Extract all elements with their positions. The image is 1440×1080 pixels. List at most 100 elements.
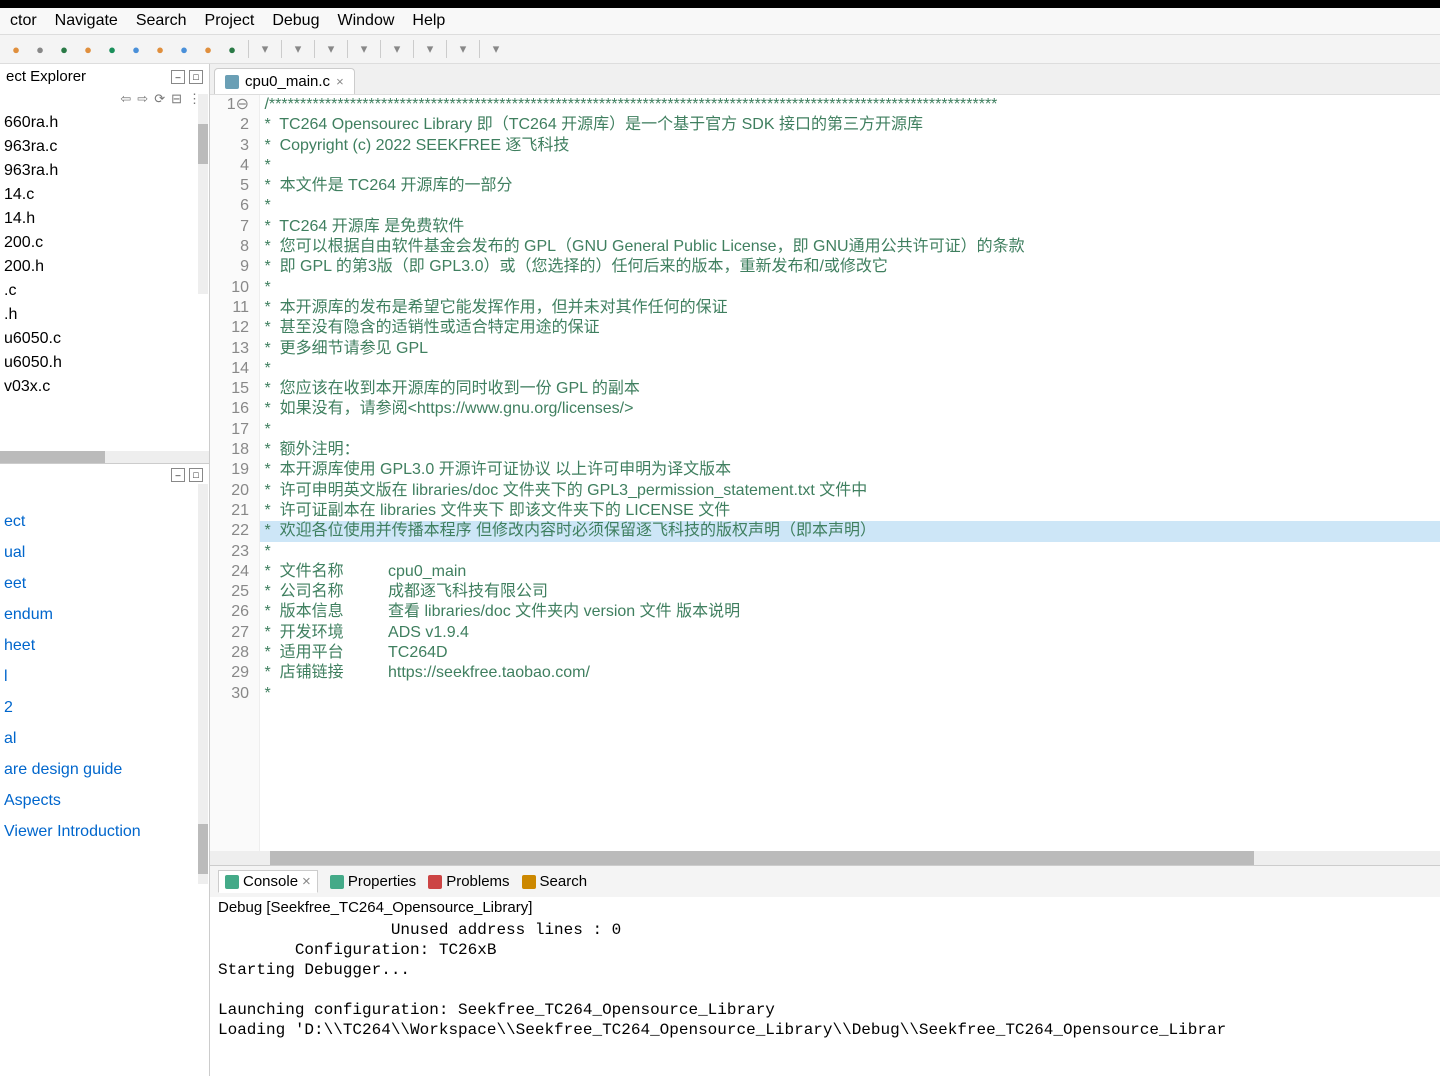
home-icon[interactable]: ● [6, 39, 26, 59]
file-item[interactable]: .c [4, 279, 205, 303]
minimize-icon[interactable]: – [171, 70, 185, 84]
close-icon[interactable]: × [302, 873, 311, 890]
collapse-icon[interactable]: ⊟ [171, 91, 182, 107]
bottom-tabs: Console× Properties Problems Search [210, 866, 1440, 897]
menu-item[interactable]: Help [412, 12, 445, 30]
code-content[interactable]: /***************************************… [260, 95, 1440, 851]
forward-arrow-icon[interactable]: ⇨ [137, 91, 148, 107]
circle-icon[interactable]: ● [150, 39, 170, 59]
main-toolbar: ●●●●●●●●●●▾▾▾▾▾▾▾▾ [0, 35, 1440, 64]
help-link[interactable]: are design guide [4, 754, 205, 785]
window-titlebar-strip [0, 0, 1440, 8]
file-item[interactable]: u6050.c [4, 327, 205, 351]
dropdown-arrow-icon[interactable]: ▾ [321, 39, 341, 59]
refresh-icon[interactable]: ● [102, 39, 122, 59]
search-icon [522, 875, 536, 889]
tab-label: Problems [446, 873, 509, 890]
separator [248, 40, 249, 58]
bottom-tab-console[interactable]: Console× [218, 870, 318, 893]
square-icon[interactable]: ● [174, 39, 194, 59]
menu-item[interactable]: Project [205, 12, 255, 30]
help-link[interactable]: ual [4, 537, 205, 568]
tab-label: Properties [348, 873, 416, 890]
horizontal-scrollbar[interactable] [0, 451, 209, 463]
help-link[interactable]: Viewer Introduction [4, 816, 205, 847]
back-arrow-icon[interactable]: ⇦ [120, 91, 131, 107]
line-number-gutter: 1⊖23456789101112131415161718192021222324… [210, 95, 260, 851]
menu-item[interactable]: Window [337, 12, 394, 30]
horizontal-scrollbar[interactable] [210, 851, 1440, 865]
file-item[interactable]: v03x.c [4, 375, 205, 399]
separator [446, 40, 447, 58]
maximize-icon[interactable]: □ [189, 70, 203, 84]
link-icon[interactable]: ⟳ [154, 91, 165, 107]
bug-icon[interactable]: ● [198, 39, 218, 59]
separator [479, 40, 480, 58]
menu-item[interactable]: Debug [272, 12, 319, 30]
explorer-title: ect Explorer [6, 68, 86, 85]
bottom-tab-search[interactable]: Search [522, 873, 588, 890]
dropdown-arrow-icon[interactable]: ▾ [453, 39, 473, 59]
close-icon[interactable]: × [336, 74, 344, 89]
dropdown-arrow-icon[interactable]: ▾ [387, 39, 407, 59]
file-item[interactable]: 200.h [4, 255, 205, 279]
bottom-tab-properties[interactable]: Properties [330, 873, 416, 890]
editor-tab-bar: cpu0_main.c × [210, 64, 1440, 95]
dropdown-arrow-icon[interactable]: ▾ [486, 39, 506, 59]
console-output[interactable]: Unused address lines : 0 Configuration: … [210, 918, 1440, 1076]
separator [380, 40, 381, 58]
bottom-panel: Console× Properties Problems Search Debug [… [210, 866, 1440, 1076]
minimize-icon[interactable]: – [171, 468, 185, 482]
help-link[interactable]: al [4, 723, 205, 754]
help-topics-list: ectualeetendumheetl2alare design guideAs… [0, 486, 209, 1076]
tab-label: cpu0_main.c [245, 73, 330, 90]
vertical-scrollbar[interactable] [198, 94, 208, 294]
help-link[interactable]: endum [4, 599, 205, 630]
menu-item[interactable]: Navigate [55, 12, 118, 30]
bottom-tab-problems[interactable]: Problems [428, 873, 509, 890]
help-link[interactable]: ect [4, 506, 205, 537]
console-header: Debug [Seekfree_TC264_Opensource_Library… [210, 897, 1440, 918]
shield-icon[interactable]: ● [222, 39, 242, 59]
help-icon[interactable]: ● [126, 39, 146, 59]
file-item[interactable]: 963ra.h [4, 159, 205, 183]
console-icon [225, 875, 239, 889]
file-item[interactable]: 14.h [4, 207, 205, 231]
explorer-toolbar: ⇦ ⇨ ⟳ ⊟ ⋮ [0, 89, 209, 109]
separator [413, 40, 414, 58]
help-link[interactable]: 2 [4, 692, 205, 723]
tab-label: Console [243, 873, 298, 890]
code-editor[interactable]: 1⊖23456789101112131415161718192021222324… [210, 95, 1440, 851]
c-build-icon[interactable]: ● [54, 39, 74, 59]
file-item[interactable]: 14.c [4, 183, 205, 207]
back-icon[interactable]: ● [30, 39, 50, 59]
menu-item[interactable]: ctor [10, 12, 37, 30]
dropdown-arrow-icon[interactable]: ▾ [420, 39, 440, 59]
tab-label: Search [540, 873, 588, 890]
project-explorer-pane: ect Explorer – □ ⇦ ⇨ ⟳ ⊟ ⋮ 660ra.h963ra.… [0, 64, 209, 464]
file-item[interactable]: 200.c [4, 231, 205, 255]
maximize-icon[interactable]: □ [189, 468, 203, 482]
problems-icon [428, 875, 442, 889]
separator [347, 40, 348, 58]
dropdown-arrow-icon[interactable]: ▾ [288, 39, 308, 59]
file-item[interactable]: 963ra.c [4, 135, 205, 159]
help-link[interactable]: heet [4, 630, 205, 661]
c-file-icon [225, 75, 239, 89]
properties-icon [330, 875, 344, 889]
help-link[interactable]: l [4, 661, 205, 692]
dropdown-arrow-icon[interactable]: ▾ [255, 39, 275, 59]
menu-item[interactable]: Search [136, 12, 187, 30]
toggle-icon[interactable]: ● [78, 39, 98, 59]
menu-bar: ctor Navigate Search Project Debug Windo… [0, 8, 1440, 35]
file-item[interactable]: u6050.h [4, 351, 205, 375]
help-link[interactable]: Aspects [4, 785, 205, 816]
separator [281, 40, 282, 58]
file-tree: 660ra.h963ra.c963ra.h14.c14.h200.c200.h.… [0, 109, 209, 451]
dropdown-arrow-icon[interactable]: ▾ [354, 39, 374, 59]
vertical-scrollbar[interactable] [198, 484, 208, 884]
editor-tab[interactable]: cpu0_main.c × [214, 68, 355, 94]
file-item[interactable]: .h [4, 303, 205, 327]
help-link[interactable]: eet [4, 568, 205, 599]
file-item[interactable]: 660ra.h [4, 111, 205, 135]
